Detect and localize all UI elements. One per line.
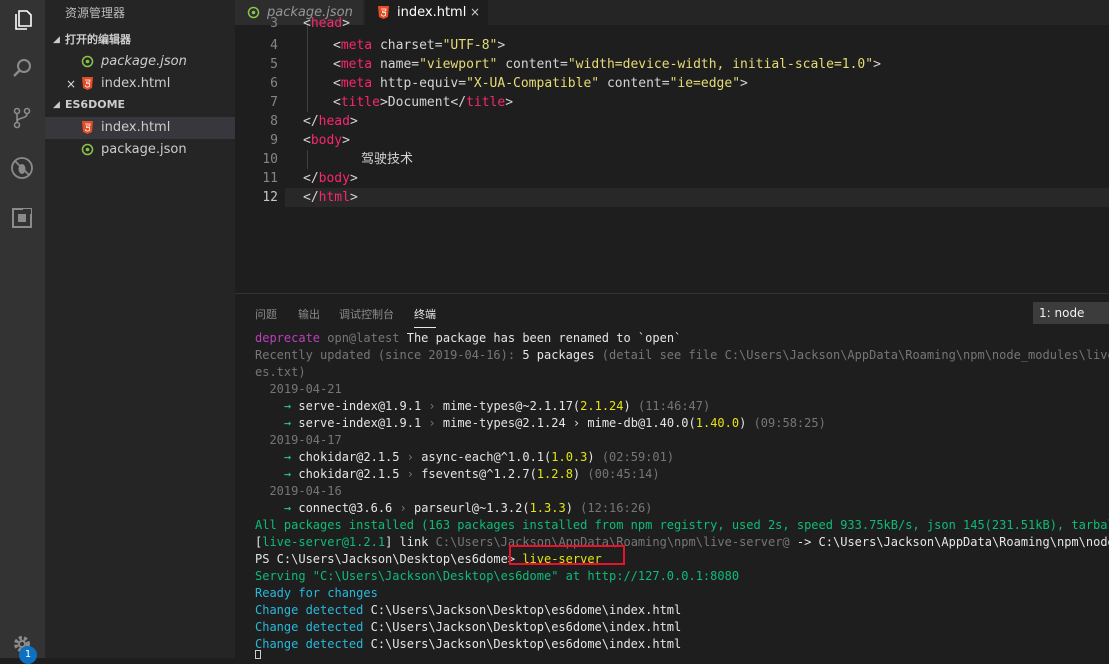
html-file-icon	[82, 121, 93, 134]
debug-icon[interactable]	[6, 152, 38, 184]
terminal-line: es.txt)	[255, 365, 306, 379]
code-line-10: 驾驶技术	[361, 152, 414, 167]
line-number: 12	[262, 190, 278, 205]
tab-debug-console[interactable]: 调试控制台	[339, 306, 394, 322]
terminal-line: 2019-04-21	[255, 382, 342, 396]
tab-output[interactable]: 输出	[298, 306, 320, 322]
chevron-down-icon: ◢	[53, 100, 60, 110]
files-icon[interactable]	[6, 4, 38, 36]
json-file-icon	[81, 143, 94, 156]
indent-guide	[307, 25, 308, 112]
project-folder-label: ES6DOME	[65, 98, 126, 111]
project-folder-header[interactable]: ◢ ES6DOME	[45, 95, 235, 115]
json-file-icon	[81, 55, 94, 68]
terminal-line: 2019-04-17	[255, 433, 342, 447]
code-line-9: <body>	[303, 133, 350, 148]
code-line-8: </head>	[303, 114, 358, 129]
extensions-icon[interactable]	[6, 202, 38, 234]
code-line-4: <meta charset="UTF-8">	[333, 38, 506, 53]
line-number: 11	[262, 171, 278, 186]
chevron-down-icon: ◢	[53, 35, 60, 45]
code-line-7: <title>Document</title>	[333, 95, 514, 110]
file-name: package.json	[101, 54, 187, 69]
tab-problems[interactable]: 问题	[255, 306, 277, 322]
terminal-line: 2019-04-16	[255, 484, 342, 498]
explorer-sidebar: 资源管理器 ◢ 打开的编辑器 package.json × index.html…	[45, 0, 235, 658]
indent-guide	[307, 150, 308, 169]
code-line-12: </html>	[303, 190, 358, 205]
file-package-json[interactable]: package.json	[45, 139, 235, 161]
terminal-line: Change detected C:\Users\Jackson\Desktop…	[255, 637, 682, 651]
highlight-box	[509, 545, 625, 565]
terminal-line: [live-server@1.2.1] link C:\Users\Jackso…	[255, 535, 1109, 549]
terminal-line: → chokidar@2.1.5 › fsevents@^1.2.7(1.2.8…	[255, 467, 660, 481]
file-name: index.html	[101, 120, 171, 135]
code-line-3: <head>	[303, 16, 350, 31]
terminal-line: → connect@3.6.6 › parseurl@~1.3.2(1.3.3)…	[255, 501, 653, 515]
code-editor[interactable]: 3 4 5 6 7 8 9 10 11 12 <head> <meta char…	[235, 16, 1109, 293]
tab-index-html[interactable]: index.html ×	[365, 0, 488, 25]
tab-label: index.html	[397, 5, 467, 20]
file-name: index.html	[101, 76, 171, 91]
terminal-line: Change detected C:\Users\Jackson\Desktop…	[255, 603, 682, 617]
terminal-line: Change detected C:\Users\Jackson\Desktop…	[255, 620, 682, 634]
terminal-line: Ready for changes	[255, 586, 378, 600]
close-icon[interactable]: ×	[470, 0, 480, 25]
open-editors-header[interactable]: ◢ 打开的编辑器	[45, 30, 235, 50]
code-line-5: <meta name="viewport" content="width=dev…	[333, 57, 881, 72]
terminal-line: Serving "C:\Users\Jackson\Desktop\es6dom…	[255, 569, 740, 583]
editor-tab-bar: package.json index.html ×	[235, 0, 1109, 25]
activity-bar: 1	[0, 0, 45, 664]
terminal-line: deprecate opn@latest The package has bee…	[255, 331, 682, 345]
terminal-line: Recently updated (since 2019-04-16): 5 p…	[255, 348, 1109, 362]
tab-terminal[interactable]: 终端	[414, 306, 436, 328]
open-editor-index-html[interactable]: × index.html	[45, 73, 235, 95]
bottom-panel: 问题 输出 调试控制台 终端 1: node deprecate opn@lat…	[235, 293, 1109, 659]
open-editors-label: 打开的编辑器	[65, 33, 131, 46]
line-number: 10	[262, 152, 278, 167]
code-line-6: <meta http-equiv="X-UA-Compatible" conte…	[333, 76, 748, 91]
line-number: 7	[270, 95, 278, 110]
terminal-line: All packages installed (163 packages ins…	[255, 518, 1109, 532]
line-number: 4	[270, 38, 278, 53]
file-index-html[interactable]: index.html	[45, 117, 235, 139]
html-file-icon	[82, 77, 93, 90]
file-name: package.json	[101, 142, 187, 157]
close-icon[interactable]: ×	[66, 73, 76, 95]
code-line-11: </body>	[303, 171, 358, 186]
current-line-highlight	[285, 188, 1109, 207]
search-icon[interactable]	[6, 52, 38, 84]
terminal-select[interactable]: 1: node	[1033, 302, 1109, 324]
html-file-icon	[378, 6, 389, 19]
line-number: 8	[270, 114, 278, 129]
terminal-line: → serve-index@1.9.1 › mime-types@2.1.24 …	[255, 416, 826, 430]
terminal-line: → chokidar@2.1.5 › async-each@^1.0.1(1.0…	[255, 450, 675, 464]
source-control-icon[interactable]	[6, 102, 38, 134]
line-number: 5	[270, 57, 278, 72]
open-editor-package-json[interactable]: package.json	[45, 51, 235, 73]
terminal-line: → serve-index@1.9.1 › mime-types@~2.1.17…	[255, 399, 711, 413]
notification-badge: 1	[19, 646, 37, 664]
line-number: 6	[270, 76, 278, 91]
line-number: 3	[270, 16, 278, 31]
sidebar-title: 资源管理器	[65, 6, 126, 20]
line-number: 9	[270, 133, 278, 148]
